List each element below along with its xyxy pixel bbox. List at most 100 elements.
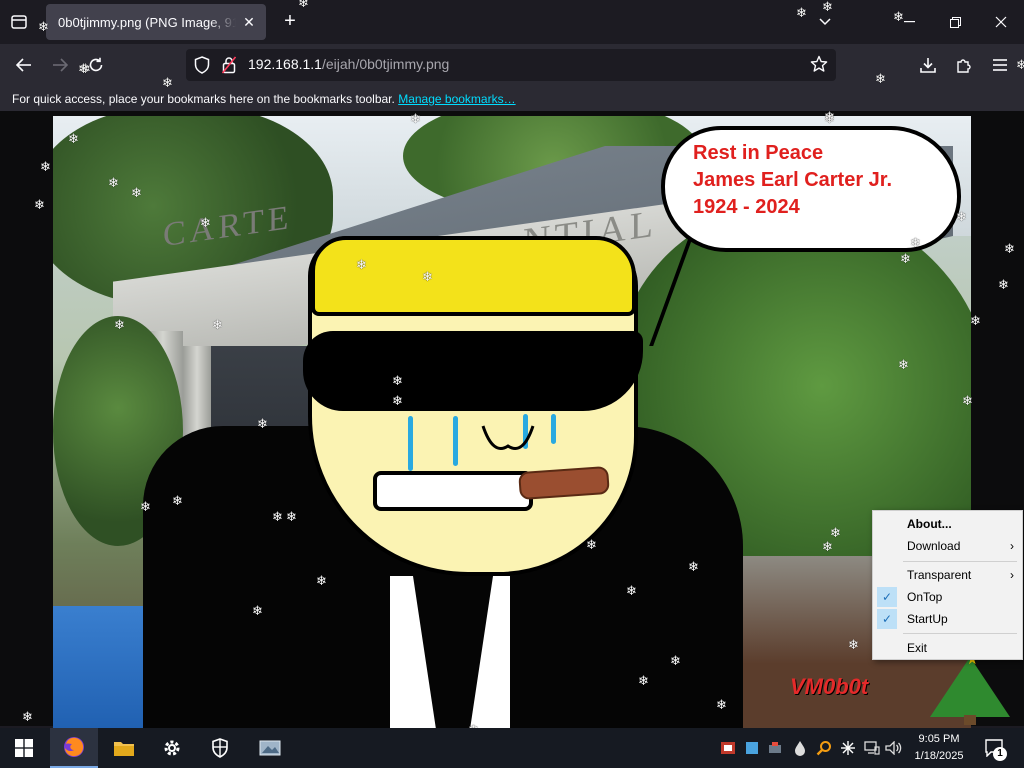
snowflake-icon: ❄ [1004,241,1015,256]
minimize-icon [903,21,915,23]
snowflake-icon: ❄ [638,673,649,688]
snowflake-icon: ❄ [212,317,223,332]
snowflake-icon: ❄ [392,373,403,388]
snowflake-icon: ❄ [392,393,403,408]
snowflake-icon: ❄ [893,9,904,24]
volume-icon[interactable] [884,738,904,758]
watermark-text: VM0b0t [790,674,869,699]
forward-button[interactable] [46,51,74,79]
tray-blue-square-icon[interactable] [742,738,762,758]
snowflake-icon: ❄ [824,109,835,124]
address-bar[interactable]: 192.168.1.1/eijah/0b0tjimmy.png [186,49,836,81]
snowflake-icon: ❄ [688,559,699,574]
speech-bubble-text: Rest in Peace James Earl Carter Jr. 1924… [693,140,892,221]
extensions-button[interactable] [950,51,978,79]
taskbar-clock[interactable]: 9:05 PM 1/18/2025 [904,731,974,765]
snowflake-icon: ❄ [34,197,45,212]
snowflake-icon: ❄ [962,393,973,408]
snowflake-icon: ❄ [286,509,297,524]
tray-context-menu: About... Download › Transparent › ✓ OnTo… [872,510,1023,660]
browser-tab[interactable]: 0b0tjimmy.png (PNG Image, 918 × 612 pixe… [46,4,266,40]
image-viewer: CARTE NTIAL Rest in Peace James Earl Car [0,62,1024,729]
url-text[interactable]: 192.168.1.1/eijah/0b0tjimmy.png [248,56,449,72]
snowflake-icon: ❄ [162,75,173,90]
snowflake-icon: ❄ [131,185,142,200]
snowflake-icon: ❄ [356,257,367,272]
menu-item-ontop[interactable]: ✓ OnTop [873,586,1024,608]
security-shield-icon [212,738,228,758]
bubble-line-3: 1924 - 2024 [693,196,800,218]
snowflake-icon: ❄ [38,19,49,34]
snowflake-icon: ❄ [316,573,327,588]
snowflake-icon: ❄ [626,583,637,598]
snowflake-icon: ❄ [40,159,51,174]
snowflake-icon: ❄ [822,0,833,14]
snowflake-icon: ❄ [822,539,833,554]
menu-item-download[interactable]: Download › [873,535,1024,557]
tab-title: 0b0tjimmy.png (PNG Image, 918 × 612 pixe… [58,14,236,30]
menu-item-label: OnTop [907,590,943,604]
snowflake-icon: ❄ [1016,57,1024,72]
tray-app-icon[interactable] [718,738,738,758]
snowflake-icon: ❄ [898,357,909,372]
snowflake-icon: ❄ [298,0,309,10]
downloads-button[interactable] [914,51,942,79]
start-button[interactable] [0,728,48,768]
snowflake-icon: ❄ [848,637,859,652]
snowflake-icon: ❄ [410,111,421,126]
image-app-icon [259,740,281,756]
snowflake-icon: ❄ [200,215,211,230]
close-tab-icon[interactable]: ✕ [240,13,258,31]
bubble-line-1: Rest in Peace [693,142,824,164]
snowflake-icon: ❄ [956,209,967,224]
snowflake-icon: ❄ [670,653,681,668]
menu-item-transparent[interactable]: Transparent › [873,564,1024,586]
bookmark-star-icon[interactable] [810,55,828,78]
menu-item-label: Exit [907,641,928,655]
list-all-tabs-button[interactable] [8,12,30,32]
taskbar-file-explorer[interactable] [100,728,148,768]
taskbar-firefox[interactable] [50,728,98,768]
snowflake-icon: ❄ [172,493,183,508]
taskbar-photos-app[interactable] [246,728,294,768]
tray-search-icon[interactable] [814,738,834,758]
displayed-image[interactable]: CARTE NTIAL Rest in Peace James Earl Car [53,116,971,728]
taskbar-windows-security[interactable] [196,728,244,768]
clock-time: 9:05 PM [918,733,960,745]
taskbar-settings[interactable] [148,728,196,768]
tray-droplet-icon[interactable] [790,738,810,758]
close-icon [995,16,1007,28]
tray-network-app-icon[interactable] [765,738,785,758]
puzzle-icon [957,59,971,73]
menu-item-about[interactable]: About... [873,513,1024,535]
app-menu-button[interactable] [986,51,1014,79]
christmas-tree-widget[interactable]: ★ [930,651,1010,729]
network-icon[interactable] [862,738,882,758]
shield-icon[interactable] [194,56,210,79]
cartoon-mouth [373,471,533,511]
tab-list-icon [11,15,27,29]
restore-button[interactable] [932,0,978,44]
cartoon-nose [481,425,535,450]
cartoon-hair [311,236,636,316]
submenu-arrow-icon: › [1010,568,1014,582]
snowflake-icon: ❄ [830,525,841,540]
tray-snowflake-icon[interactable] [838,738,858,758]
cartoon-tear [453,416,458,466]
menu-item-exit[interactable]: Exit [873,637,1024,659]
hamburger-menu-icon [993,59,1007,71]
cartoon-sunglasses [303,331,643,411]
new-tab-button[interactable]: + [278,10,302,34]
close-window-button[interactable] [978,0,1024,44]
bookmarks-toolbar: For quick access, place your bookmarks h… [0,86,1024,112]
clock-date: 1/18/2025 [914,750,964,762]
checkmark-icon: ✓ [877,587,897,607]
snowflake-icon: ❄ [586,537,597,552]
url-path: /eijah/0b0tjimmy.png [321,56,450,72]
snowflake-icon: ❄ [422,269,433,284]
back-button[interactable] [10,51,38,79]
manage-bookmarks-link[interactable]: Manage bookmarks… [398,92,515,106]
insecure-lock-icon[interactable] [221,56,237,79]
menu-item-startup[interactable]: ✓ StartUp [873,608,1024,630]
snowflake-icon: ❄ [998,277,1009,292]
